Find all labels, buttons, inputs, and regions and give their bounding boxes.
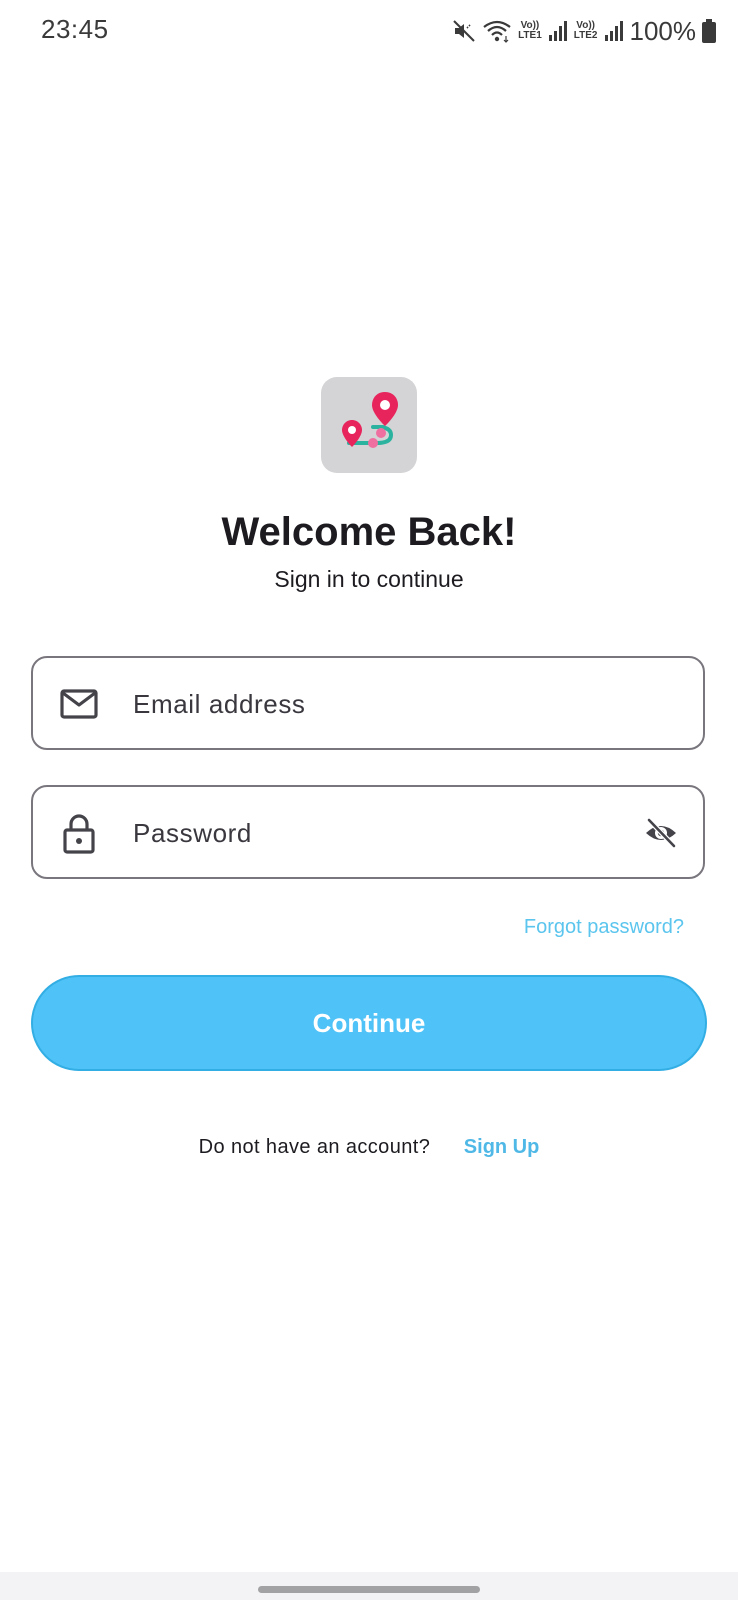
home-handle[interactable] [258, 1586, 480, 1593]
mute-icon [452, 19, 476, 43]
signal-icon [604, 20, 624, 42]
battery-percent: 100% [629, 15, 697, 46]
gesture-nav-bar [0, 1572, 738, 1600]
wifi-icon [482, 19, 512, 43]
app-logo [321, 377, 417, 473]
status-icons: Vo)) LTE1 Vo)) LTE2 100% [452, 14, 716, 48]
email-field[interactable] [31, 656, 705, 750]
signal-icon [548, 20, 568, 42]
status-bar: 23:45 Vo)) LTE1 Vo)) LTE2 100% [0, 0, 738, 62]
sign-up-link[interactable]: Sign Up [464, 1136, 540, 1158]
password-input[interactable] [131, 787, 615, 879]
mail-icon [57, 682, 101, 726]
signup-row: Do not have an account? Sign Up [0, 1136, 738, 1159]
lock-icon [57, 811, 101, 855]
page-subtitle: Sign in to continue [274, 566, 464, 592]
continue-button[interactable]: Continue [31, 975, 707, 1071]
email-input[interactable] [131, 658, 615, 750]
sim1-tag: Vo)) LTE1 [518, 21, 542, 41]
battery-icon [702, 19, 716, 43]
route-pins-icon [342, 392, 398, 448]
page-title: Welcome Back! [221, 510, 517, 554]
password-field[interactable] [31, 785, 705, 879]
no-account-text: Do not have an account? [198, 1136, 431, 1158]
sim2-tag-bottom: LTE2 [573, 30, 598, 41]
status-time: 23:45 [41, 14, 109, 44]
sim1-tag-bottom: LTE1 [518, 30, 542, 41]
eye-off-icon[interactable] [643, 815, 679, 851]
sim2-tag: Vo)) LTE2 [574, 21, 598, 41]
forgot-password-link[interactable]: Forgot password? [524, 916, 684, 939]
